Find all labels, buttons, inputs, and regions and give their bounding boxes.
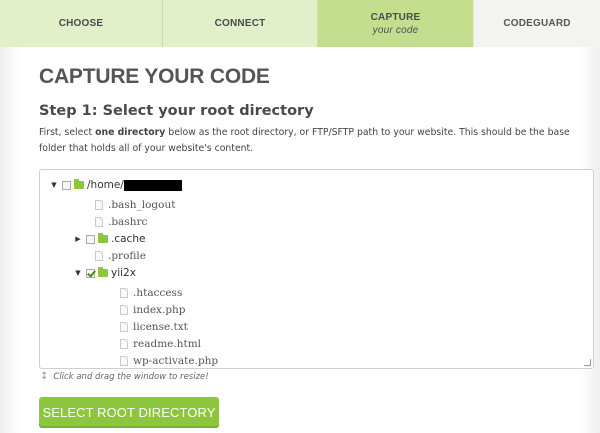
step-choose[interactable]: CHOOSE (0, 0, 163, 47)
resize-arrows-icon: ↕ (40, 371, 49, 382)
resize-hint: ↕ Click and drag the window to resize! (40, 371, 209, 382)
tree-file[interactable]: .bash_logout (95, 197, 175, 213)
tree-label: license.txt (133, 321, 188, 333)
step-label: CAPTURE (370, 11, 421, 23)
step-capture[interactable]: CAPTURE your code (318, 0, 473, 47)
wizard-steps: CHOOSE CONNECT CAPTURE your code CODEGUA… (0, 0, 600, 47)
checkbox[interactable] (86, 234, 95, 244)
tree-file[interactable]: license.txt (120, 319, 188, 335)
file-icon (120, 305, 128, 315)
file-icon (95, 217, 103, 227)
step-connect[interactable]: CONNECT (163, 0, 318, 47)
checkbox[interactable] (62, 180, 71, 190)
expanded-toggle-icon[interactable]: ▼ (49, 180, 59, 190)
instructions-text: First, select (39, 127, 96, 138)
file-icon (120, 322, 128, 332)
tree-folder[interactable]: ▼ yii2x (73, 265, 136, 281)
file-icon (120, 356, 128, 366)
page-title: CAPTURE YOUR CODE (39, 65, 270, 88)
instructions: First, select one directory below as the… (39, 125, 587, 157)
folder-icon (74, 179, 84, 189)
collapsed-toggle-icon[interactable]: ▶ (73, 234, 83, 244)
directory-tree-panel[interactable]: ▼ /home/ .bash_logout .bashrc ▶ .cache .… (39, 169, 594, 369)
select-root-directory-button[interactable]: SELECT ROOT DIRECTORY (39, 397, 219, 428)
step-heading: Step 1: Select your root directory (39, 103, 314, 119)
tree-label: wp-activate.php (133, 355, 219, 367)
redacted-block (123, 179, 182, 191)
tree-file[interactable]: .htaccess (120, 285, 182, 301)
tree-label: readme.html (133, 338, 202, 350)
resize-hint-text: Click and drag the window to resize! (53, 371, 209, 382)
expanded-toggle-icon[interactable]: ▼ (73, 268, 83, 278)
file-icon (95, 200, 103, 210)
tree-label: .cache (111, 233, 146, 245)
step-label: CONNECT (214, 18, 266, 29)
tree-label: .profile (108, 250, 146, 262)
tree-file[interactable]: wp-activate.php (120, 353, 219, 368)
tree-root[interactable]: ▼ /home/ (49, 177, 182, 193)
resize-grip-icon[interactable] (584, 359, 591, 366)
tree-file[interactable]: .bashrc (95, 214, 147, 230)
file-icon (120, 339, 128, 349)
file-icon (95, 251, 103, 261)
content-left-shadow (0, 47, 20, 433)
folder-icon (98, 267, 108, 277)
tree-label: yii2x (111, 267, 136, 279)
step-sublabel: your code (372, 24, 419, 36)
button-label: SELECT ROOT DIRECTORY (42, 405, 216, 420)
instructions-emphasis: one directory (95, 127, 166, 138)
tree-label: .htaccess (133, 287, 183, 299)
file-icon (120, 288, 128, 298)
step-label: CHOOSE (58, 18, 104, 29)
tree-file[interactable]: readme.html (120, 336, 201, 352)
tree-label: /home/ (87, 179, 124, 191)
folder-icon (98, 233, 108, 243)
tree-label: index.php (133, 304, 186, 316)
step-label: CODEGUARD (503, 18, 571, 29)
step-codeguard[interactable]: CODEGUARD (473, 0, 600, 47)
checkbox-checked[interactable] (86, 268, 95, 278)
tree-file[interactable]: index.php (120, 302, 186, 318)
tree-file[interactable]: .profile (95, 248, 146, 264)
tree-label: .bashrc (108, 216, 148, 228)
tree-label: .bash_logout (108, 199, 176, 211)
tree-folder[interactable]: ▶ .cache (73, 231, 145, 247)
